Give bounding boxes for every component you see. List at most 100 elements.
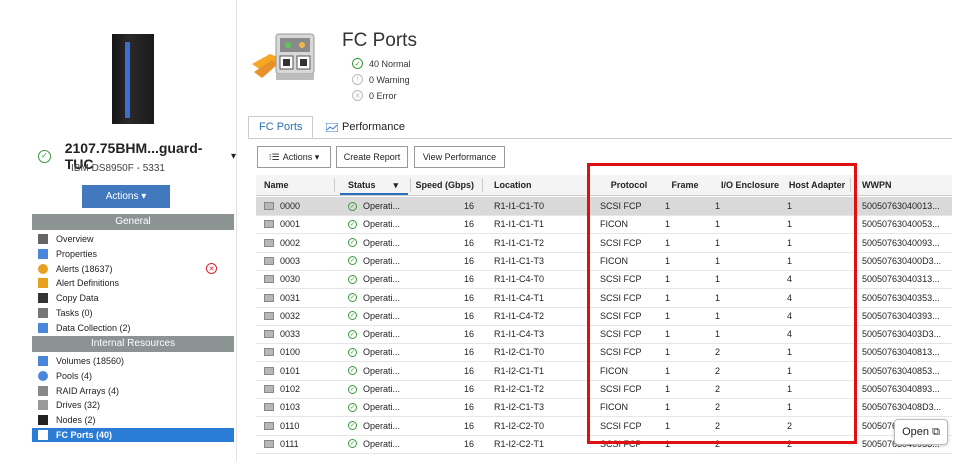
sidebar-item-tasks[interactable]: Tasks (0)	[38, 306, 93, 320]
port-icon	[264, 385, 274, 393]
cell-value: R1-I1-C1-T3	[494, 255, 545, 266]
open-button[interactable]: Open ⧉	[894, 419, 948, 445]
column-header-status[interactable]: Status ▾	[348, 175, 406, 195]
cell-value: 16	[463, 402, 474, 413]
cell-wwpn: 50050763040893...	[862, 380, 950, 398]
cell-value: Operati...	[363, 384, 401, 394]
sidebar-item-label: Volumes (18560)	[56, 356, 125, 366]
cell-value: R1-I1-C4-T1	[494, 292, 545, 303]
column-header-label: Status	[348, 180, 376, 190]
cell-speed: 16	[416, 362, 474, 380]
drives-icon	[38, 400, 48, 411]
cell-name: 0003	[264, 252, 334, 270]
chevron-down-icon[interactable]: ▾	[231, 151, 236, 162]
column-separator[interactable]	[334, 178, 335, 192]
tab-fc-ports[interactable]: FC Ports	[248, 116, 314, 138]
sort-down-icon[interactable]: ▾	[394, 180, 399, 191]
sidebar-item-alert[interactable]: Alerts (18637)	[38, 262, 113, 276]
cell-value: Operati...	[363, 402, 401, 413]
sidebar-item-alert-definitions[interactable]: Alert Definitions	[38, 276, 119, 290]
cell-name: 0111	[264, 435, 334, 453]
column-header-wwpn[interactable]: WWPN	[862, 175, 950, 195]
sidebar-item-label: Pools (4)	[56, 370, 93, 381]
port-icon	[264, 366, 274, 375]
cell-name: 0101	[264, 362, 334, 380]
status-ok-icon: ✓	[348, 274, 357, 284]
table-actions-button[interactable]: ⁝☰ Actions ▾	[257, 146, 331, 168]
cell-name: 0033	[264, 325, 334, 343]
cell-value: 16	[463, 310, 474, 321]
column-header-speed[interactable]: Speed (Gbps)	[416, 175, 474, 195]
sidebar-item-copy-data[interactable]: Copy Data	[38, 291, 99, 305]
cell-value: 0103	[280, 402, 301, 413]
cell-value: 0110	[280, 420, 300, 431]
column-header-location[interactable]: Location	[494, 175, 584, 195]
cell-speed: 16	[416, 270, 474, 288]
cell-value: R1-I2-C1-T3	[494, 402, 545, 413]
cell-value: Operati...	[363, 347, 401, 358]
device-actions-label: Actions	[105, 191, 139, 202]
cell-speed: 16	[416, 289, 474, 307]
cell-value: Operati...	[363, 365, 401, 376]
sidebar-item-properties[interactable]: Properties	[38, 247, 97, 261]
view-performance-button[interactable]: View Performance	[414, 146, 505, 168]
sidebar-item-data-collection[interactable]: Data Collection (2)	[38, 321, 131, 335]
cell-wwpn: 50050763040053...	[862, 215, 950, 233]
cell-value: R1-I2-C2-T1	[494, 438, 545, 449]
cell-location: R1-I1-C1-T1	[494, 215, 584, 233]
cell-wwpn: 50050763040853...	[862, 362, 950, 380]
error-count-label: 0 Error	[369, 90, 397, 101]
warning-count-label: 0 Warning	[369, 74, 410, 85]
column-separator[interactable]	[482, 178, 483, 192]
section-internal-resources[interactable]: Internal Resources	[32, 336, 234, 352]
cell-value: 0100	[280, 347, 301, 358]
cell-value: Operati...	[363, 201, 401, 211]
cell-value: 0030	[280, 274, 301, 285]
port-icon	[264, 403, 274, 412]
sidebar-item-nodes[interactable]: Nodes (2)	[38, 413, 96, 427]
cell-value: 50050763040813...	[862, 347, 940, 358]
cell-wwpn: 50050763040013...	[862, 197, 950, 215]
cell-location: R1-I1-C4-T0	[494, 270, 584, 288]
cell-value: 0003	[280, 255, 301, 266]
cell-value: Operati...	[363, 255, 401, 266]
normal-count: ✓ 40 Normal	[352, 58, 411, 69]
cell-location: R1-I2-C2-T1	[494, 435, 584, 453]
column-separator[interactable]	[410, 178, 411, 192]
sidebar-item-volumes[interactable]: Volumes (18560)	[38, 354, 124, 368]
cell-location: R1-I1-C1-T3	[494, 252, 584, 270]
column-header-name[interactable]: Name	[264, 175, 334, 195]
list-icon: ⁝☰	[268, 151, 280, 162]
cell-location: R1-I2-C1-T0	[494, 343, 584, 361]
alert-error-icon: ✕	[206, 263, 217, 274]
port-icon	[264, 293, 274, 302]
cell-value: 0111	[280, 438, 299, 449]
sidebar-item-fc-ports[interactable]: FC Ports (40)	[32, 428, 234, 442]
sidebar-item-label: Properties	[56, 248, 98, 259]
pools-icon	[38, 370, 48, 381]
cell-speed: 16	[416, 343, 474, 361]
sort-indicator	[340, 193, 408, 195]
device-actions-button[interactable]: Actions ▾	[82, 185, 170, 208]
sidebar-item-overview[interactable]: Overview	[38, 232, 94, 246]
alert-definitions-icon	[38, 278, 48, 289]
cell-name: 0000	[264, 197, 334, 215]
cell-value: 50050763040853...	[862, 365, 940, 376]
cell-status: ✓ Operati...	[348, 362, 406, 380]
status-ok-icon: ✓	[348, 329, 357, 339]
cell-value: 0033	[280, 329, 301, 340]
tab-performance[interactable]: Performance	[316, 116, 415, 138]
create-report-button[interactable]: Create Report	[336, 146, 408, 168]
sidebar-item-raid[interactable]: RAID Arrays (4)	[38, 384, 119, 398]
sidebar-item-drives[interactable]: Drives (32)	[38, 398, 100, 412]
cell-value: R1-I2-C1-T0	[494, 347, 545, 358]
section-general[interactable]: General	[32, 214, 234, 230]
sidebar-item-label: Tasks (0)	[56, 308, 93, 318]
cell-location: R1-I1-C4-T2	[494, 307, 584, 325]
cell-wwpn: 500507630408D3...	[862, 398, 950, 416]
copy-data-icon	[38, 293, 48, 304]
sidebar-item-pools[interactable]: Pools (4)	[38, 369, 92, 383]
cell-location: R1-I2-C1-T1	[494, 362, 584, 380]
sidebar-item-label: Nodes (2)	[56, 415, 96, 426]
port-icon	[264, 238, 274, 247]
